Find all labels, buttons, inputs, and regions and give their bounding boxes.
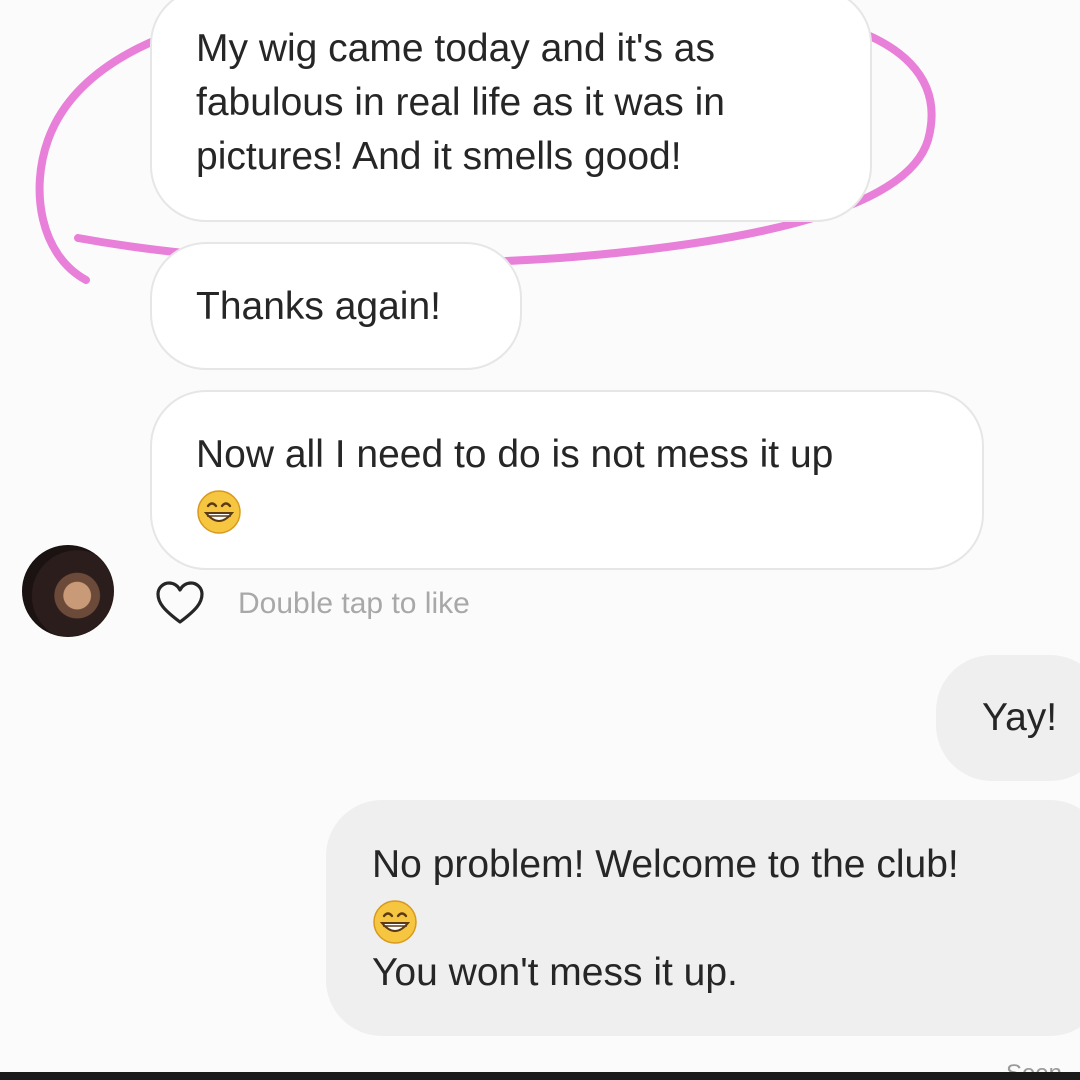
message-text: Thanks again! xyxy=(196,285,441,328)
double-tap-hint: Double tap to like xyxy=(238,587,470,620)
message-bubble[interactable]: Yay! xyxy=(936,655,1080,781)
message-text: My wig came today and it's as xyxy=(196,27,715,70)
emoji-line xyxy=(372,892,1076,946)
message-text: Yay! xyxy=(982,696,1058,739)
message-text: Now all I need to do is not mess it up xyxy=(196,433,834,476)
message-bubble[interactable]: Now all I need to do is not mess it up xyxy=(150,390,984,570)
message-text: No problem! Welcome to the club! xyxy=(372,843,959,886)
avatar[interactable] xyxy=(22,545,114,637)
message-text: pictures! And it smells good! xyxy=(196,135,682,178)
emoji-line xyxy=(196,482,938,536)
grinning-face-icon xyxy=(197,489,241,534)
bottom-edge xyxy=(0,1072,1080,1080)
message-bubble[interactable]: My wig came today and it's as fabulous i… xyxy=(150,0,872,222)
heart-outline-icon[interactable] xyxy=(154,578,206,630)
direct-message-thread: My wig came today and it's as fabulous i… xyxy=(0,0,1080,1080)
message-text: You won't mess it up. xyxy=(372,951,738,994)
message-text: fabulous in real life as it was in xyxy=(196,81,725,124)
message-bubble[interactable]: Thanks again! xyxy=(150,242,522,370)
grinning-face-icon xyxy=(373,899,417,944)
message-bubble[interactable]: No problem! Welcome to the club! You won… xyxy=(326,800,1080,1036)
like-row: Double tap to like xyxy=(154,578,470,630)
